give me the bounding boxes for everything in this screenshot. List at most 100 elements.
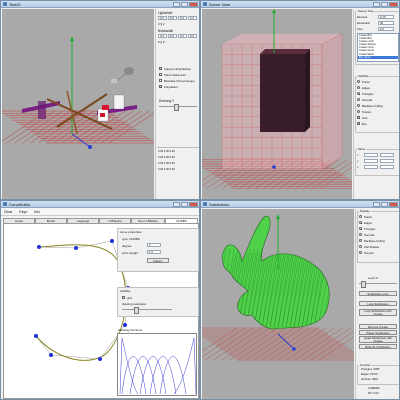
control-point-2[interactable] [74,246,78,250]
3d-viewport[interactable] [202,9,352,199]
move-z-field-1[interactable] [364,164,378,169]
blockwidth-field-1[interactable]: 0.0 [158,34,167,38]
field-label-element: Element [357,15,368,19]
control-point-6[interactable] [98,357,102,361]
weight-spinbox[interactable]: 1.0 [147,250,161,254]
maximize-button[interactable] [181,2,188,7]
value-row-2: 0.00 0.00 0.00 [158,156,175,159]
bunny-render [202,214,354,361]
disp-backface-label: Backface Culling [364,238,385,243]
control-point-5[interactable] [123,323,127,327]
checkbox-polyskelett-label: Polyskelett [164,84,178,89]
vis-radio-triangles[interactable] [357,92,360,95]
scene-render [2,36,154,149]
titlebar[interactable]: Scene View [201,1,399,8]
checkbox-axis[interactable] [159,73,162,76]
checkbox-blockade-label: Blockade hinzuerzeugen [164,78,195,83]
3d-viewport[interactable] [202,209,354,399]
vis-radio-edges[interactable] [357,86,360,89]
disp-flat[interactable] [359,245,362,248]
lightwidth-field-3[interactable]: 0.0 [178,16,187,20]
disp-backface[interactable] [359,239,362,242]
move-x-field-1[interactable] [364,152,378,157]
planar-subdivision-button[interactable]: Planar Subdivision [359,330,397,335]
vis-radio-texture[interactable] [357,110,360,113]
lightwidth-field-1[interactable]: 0.0 [158,16,167,20]
resolution-slider-track[interactable] [122,309,172,310]
vis-check-grid[interactable] [357,116,360,120]
3d-viewport[interactable] [2,9,154,199]
outer-box-top [222,34,342,44]
blending-plot [117,333,197,396]
titlebar[interactable]: Subdivision [201,201,399,208]
window-testgl: TestGl Lightwidth 0.0 0.0 0.0 0.0 x y z … [0,0,200,200]
loop-subdivision-button[interactable]: Loop Subdivision [359,301,397,306]
move-x-field-2[interactable] [380,152,394,157]
resolution-slider-thumb[interactable] [134,307,139,314]
maximize-button[interactable] [381,2,388,7]
degree-spinbox[interactable]: 3 [147,243,161,247]
disp-points[interactable] [359,215,362,218]
loop-crease-button[interactable]: Loop Subdivision with Crease [359,309,397,316]
disp-smooth[interactable] [359,251,362,254]
purple-bar-vert [38,101,46,119]
app-icon [3,2,7,6]
slider-thumb[interactable] [174,104,179,111]
checkbox-polyskelett[interactable] [159,85,162,89]
disp-triangles[interactable] [359,227,362,230]
move-z-field-2[interactable] [380,164,394,169]
disp-edges[interactable] [359,221,362,224]
close-button[interactable] [189,2,198,7]
row-labels: x y z [158,22,165,26]
blockwidth-field-2[interactable]: 0.0 [168,34,177,38]
vis-radio-points[interactable] [357,80,360,83]
grid-checkbox[interactable] [122,296,125,299]
counter-label: Counter [359,363,372,367]
scene-list[interactable]: Create Box Create Box Create mesh Create… [357,33,399,62]
vis-label-triangles: Triangles [362,91,374,96]
move-y-field-2[interactable] [380,158,394,163]
titlebar[interactable]: TestGl [1,1,199,8]
level-slider-thumb[interactable] [361,281,366,288]
minimize-button[interactable] [173,2,180,7]
close-button[interactable] [389,202,398,207]
maximize-button[interactable] [381,202,388,207]
inner-box-side [305,49,310,132]
control-point-8[interactable] [34,334,38,338]
camera-value: RX: 0.00 [368,392,379,395]
size-field[interactable]: 0.2 [378,26,394,31]
list-item-selected[interactable]: Box Voxel [358,55,398,59]
window-title: Subdivision [209,202,230,207]
resolution-field[interactable]: 20 [378,20,394,25]
window-scene-view: Scene View Scene Tree Element 0.10 Resol… [200,0,400,200]
checkbox-blockade[interactable] [159,79,162,82]
minimize-button[interactable] [373,2,380,7]
lightwidth-field-2[interactable]: 0.0 [168,16,177,20]
disp-normals[interactable] [359,233,362,236]
control-point-7[interactable] [49,353,53,357]
quad-crease-button[interactable]: Quad Subdivision with Crease [359,336,397,343]
control-point-3[interactable] [110,239,114,243]
move-y-field-1[interactable] [364,158,378,163]
minimize-button[interactable] [373,202,380,207]
vis-radio-backface[interactable] [357,104,360,107]
button1[interactable]: button1 [147,258,169,263]
vis-check-box[interactable] [357,122,360,126]
vis-radio-normals[interactable] [357,98,360,101]
lightwidth-field-4[interactable]: 0.0 [188,16,197,20]
inner-box-top [260,49,310,54]
blockwidth-field-3[interactable]: 0.0 [178,34,187,38]
control-point-1[interactable] [37,245,41,249]
value-row-4: 0.00 0.00 0.00 [158,168,175,171]
element-field[interactable]: 0.10 [378,14,394,19]
blockwidth-field-4[interactable]: 0.0 [188,34,197,38]
group-label-blockwidth: Blockwidth [158,29,174,33]
side-panel: Lightwidth 0.0 0.0 0.0 0.0 x y z Blockwi… [155,9,199,199]
remove-crease-button[interactable]: Remove Crease [359,324,397,329]
red-block-1 [100,113,105,117]
checkbox-support[interactable] [159,67,162,71]
subdivision-once-button[interactable]: Subdivision once [359,291,397,296]
butterfly-button[interactable]: Butterfly Subdivision [359,344,397,349]
window-subdivision: Subdivision Display Points Edges Triangl… [200,200,400,400]
close-button[interactable] [389,2,398,7]
